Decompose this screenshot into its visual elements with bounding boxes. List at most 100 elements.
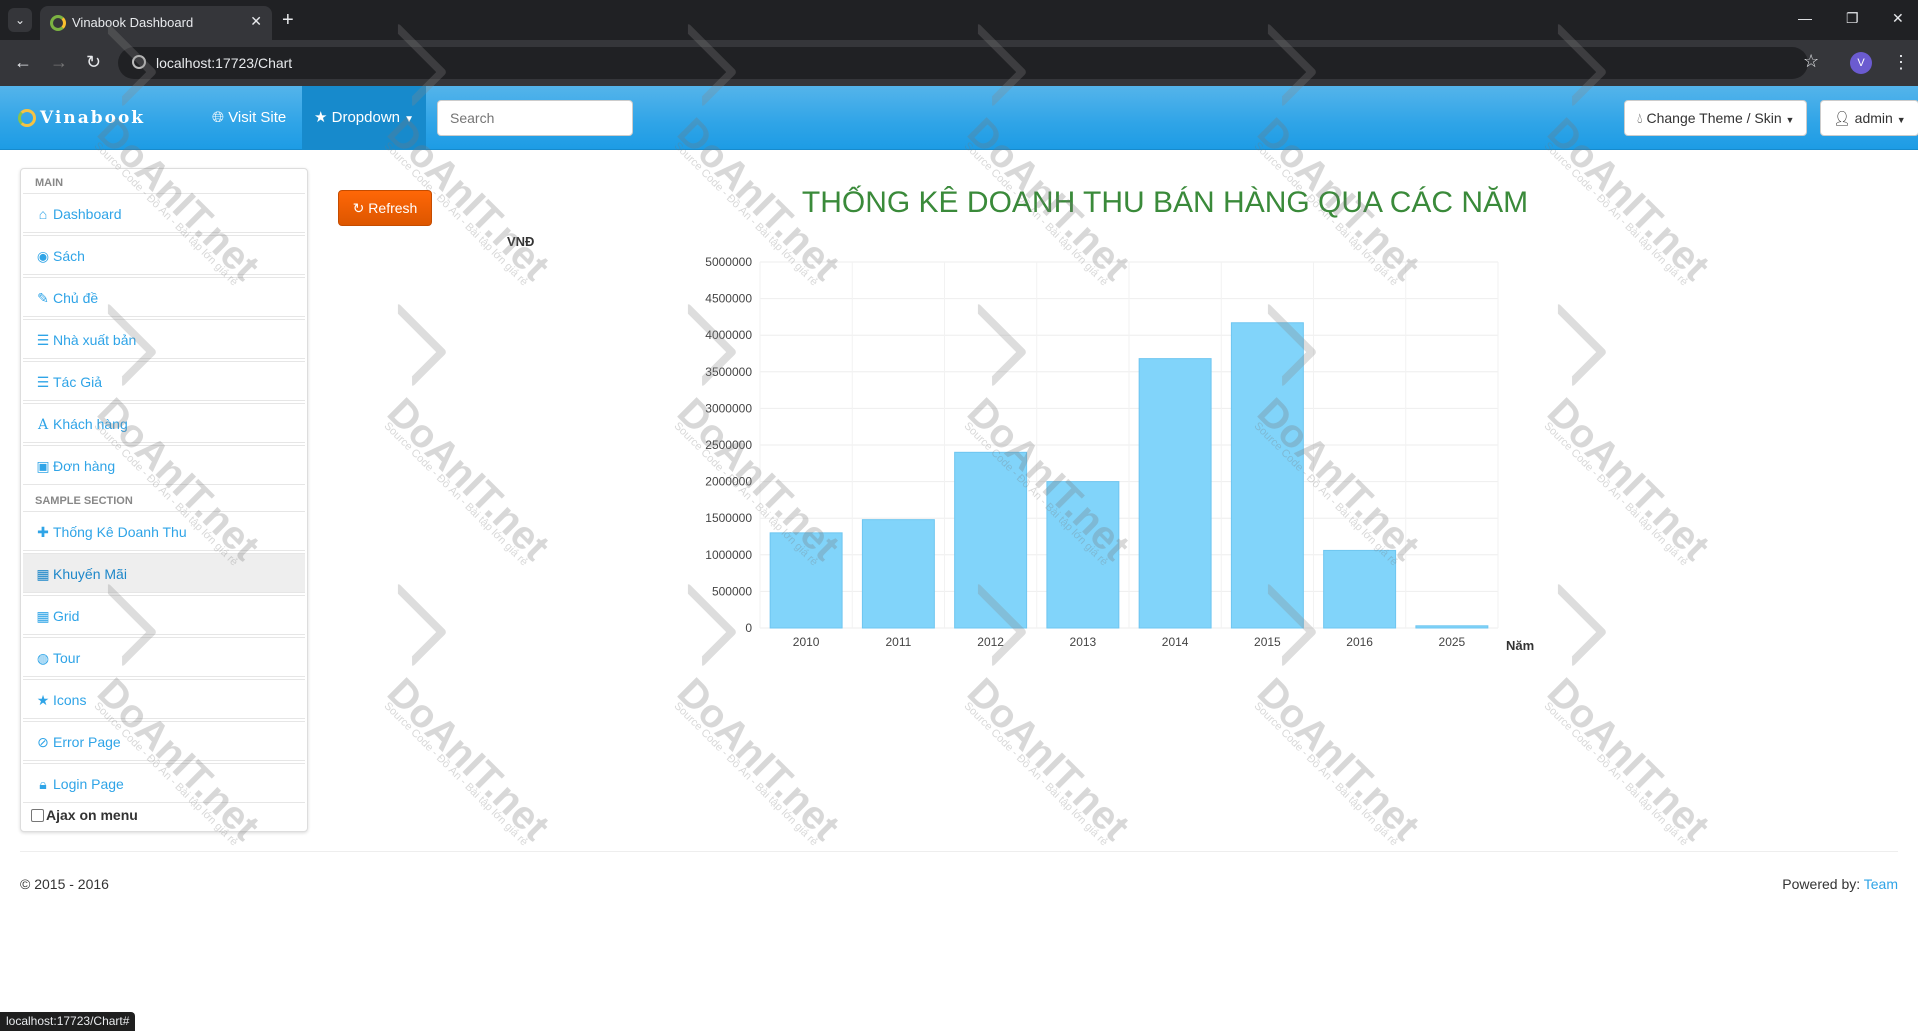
x-tick-label: 2013 [1070,635,1097,649]
sidebar-item-chu-de[interactable]: ✎ Chủ đề [23,277,305,317]
watermark-text: DoAnIT.net [958,670,1138,849]
footer-copyright: © 2015 - 2016 [20,876,109,892]
eye-icon: ◉ [36,248,50,264]
caret-down-icon: ▼ [1785,115,1795,125]
back-icon[interactable]: ← [14,52,32,72]
y-axis-label: VNĐ [507,234,534,249]
user-menu-button[interactable]: 👤︎ admin ▼ [1820,100,1918,136]
sidebar-item-khach-hang[interactable]: A Khách hàng [23,403,305,443]
profile-avatar[interactable]: V [1850,52,1872,74]
caret-down-icon: ▼ [1896,115,1906,125]
favicon-icon [50,15,66,31]
bar-2013 [1046,481,1120,629]
omnibox[interactable]: localhost:17723/Chart [118,47,1808,79]
watermark-text: DoAnIT.net [668,670,848,849]
sidebar-item-nha-xuat-ban[interactable]: ☰ Nhà xuất bản [23,319,305,359]
url-text: localhost:17723/Chart [156,55,293,71]
browser-status-url: localhost:17723/Chart# [0,1012,136,1031]
change-theme-button[interactable]: 💧︎ Change Theme / Skin ▼ [1624,100,1808,136]
reload-icon[interactable]: ↻ [86,52,101,72]
watermark-arrow-icon [362,302,448,388]
y-tick-label: 2500000 [705,438,752,452]
watermark-subtext: Source Code - Đồ Án - Bài tập lớn giá rẻ [671,700,820,849]
watermark-arrow-icon [362,582,448,668]
y-tick-label: 1000000 [705,548,752,562]
x-tick-label: 2025 [1439,635,1466,649]
x-tick-label: 2012 [977,635,1004,649]
team-link[interactable]: Team [1864,876,1898,892]
tab-search-icon[interactable]: ⌄ [8,8,32,32]
y-tick-label: 500000 [712,584,752,598]
sidebar-item-login-page[interactable]: 🔒︎ Login Page [23,763,305,803]
sidebar-item-khuyen-mai[interactable]: ▦ Khuyến Mãi [23,553,305,593]
star-icon: ★ [36,692,50,708]
bar-2011 [861,519,935,629]
watermark-subtext: Source Code - Đồ Án - Bài tập lớn giá rẻ [1541,700,1690,849]
browser-menu-icon[interactable]: ⋮ [1892,52,1910,73]
chart-title: THỐNG KÊ DOANH THU BÁN HÀNG QUA CÁC NĂM [801,186,1529,219]
footer-powered-by: Powered by: Team [1782,876,1898,892]
minimize-icon[interactable]: — [1798,10,1812,26]
visit-site-link[interactable]: 🌐︎ Visit Site [200,86,298,150]
refresh-button[interactable]: ↻ Refresh [338,190,432,226]
x-tick-label: 2014 [1162,635,1189,649]
star-icon: ★ [314,109,328,126]
sidebar-item-don-hang[interactable]: ▣ Đơn hàng [23,445,305,485]
watermark-text: DoAnIT.net [1538,670,1718,849]
watermark-text: DoAnIT.net [1248,670,1428,849]
bar-2016 [1323,549,1397,629]
y-tick-label: 4000000 [705,328,752,342]
y-tick-label: 1500000 [705,511,752,525]
forward-icon[interactable]: → [50,52,68,72]
window-close-icon[interactable]: ✕ [1892,10,1904,27]
sidebar-item-thong-ke-doanh-thu[interactable]: ✚ Thống Kê Doanh Thu [23,511,305,551]
browser-addressbar: ← → ↻ localhost:17723/Chart [0,40,1918,86]
bar-2025 [1415,625,1489,629]
new-tab-icon[interactable]: + [282,8,294,32]
watermark-subtext: Source Code - Đồ Án - Bài tập lớn giá rẻ [381,700,530,849]
y-tick-label: 3000000 [705,401,752,415]
list-icon: ☰ [36,332,50,348]
y-tick-label: 0 [745,621,752,635]
list-icon: ☰ [36,374,50,390]
refresh-icon: ↻ [352,200,365,216]
chart-y-ticks: 0 500000 1000000 1500000 2000000 2500000 30000… [705,255,752,635]
sidebar-item-tour[interactable]: ◍ Tour [23,637,305,677]
site-info-icon[interactable] [132,55,146,69]
bookmark-star-icon[interactable]: ☆ [1803,51,1819,72]
ajax-checkbox[interactable] [31,809,44,822]
x-tick-label: 2011 [885,635,911,649]
watermark-subtext: Source Code - Đồ Án - Bài tập lớn giá rẻ [961,700,1110,849]
sidebar-item-dashboard[interactable]: ⌂ Dashboard [23,193,305,233]
tab-title: Vinabook Dashboard [72,15,194,30]
nav-header-sample: SAMPLE SECTION [35,495,133,507]
y-tick-label: 2000000 [705,475,752,489]
y-tick-label: 4500000 [705,292,752,306]
tint-icon: 💧︎ [1637,110,1643,126]
user-icon: 👤︎ [1833,110,1851,126]
font-icon: A [37,417,49,433]
browser-tab[interactable]: Vinabook Dashboard ✕ [40,6,272,40]
restore-icon[interactable]: ❐ [1846,10,1859,27]
sidebar-item-grid[interactable]: ▦ Grid [23,595,305,635]
sidebar-item-icons[interactable]: ★ Icons [23,679,305,719]
tab-close-icon[interactable]: ✕ [250,13,262,30]
ajax-on-menu-toggle[interactable]: Ajax on menu [31,807,138,823]
nav-header-main: MAIN [35,177,64,189]
sidebar-item-tac-gia[interactable]: ☰ Tác Giả [23,361,305,401]
x-axis-label: Năm [1506,638,1534,653]
bar-2014 [1138,358,1212,629]
dropdown-menu[interactable]: ★ Dropdown ▼ [302,86,427,150]
watermark-subtext: Source Code - Đồ Án - Bài tập lớn giá rẻ [1251,700,1400,849]
plus-icon: ✚ [37,524,49,540]
browser-tabbar: ⌄ Vinabook Dashboard ✕ + — ❐ ✕ [0,0,1918,40]
edit-icon: ✎ [37,290,49,306]
revenue-bar-chart: 0 500000 1000000 1500000 2000000 2500000 30000… [507,234,1534,653]
bar-2010 [769,532,843,629]
sidebar-item-error-page[interactable]: ⊘ Error Page [23,721,305,761]
calendar-icon: ▦ [36,566,50,582]
search-input[interactable] [437,100,633,136]
x-tick-label: 2015 [1254,635,1281,649]
footer-divider [20,851,1898,852]
sidebar-item-sach[interactable]: ◉ Sách [23,235,305,275]
